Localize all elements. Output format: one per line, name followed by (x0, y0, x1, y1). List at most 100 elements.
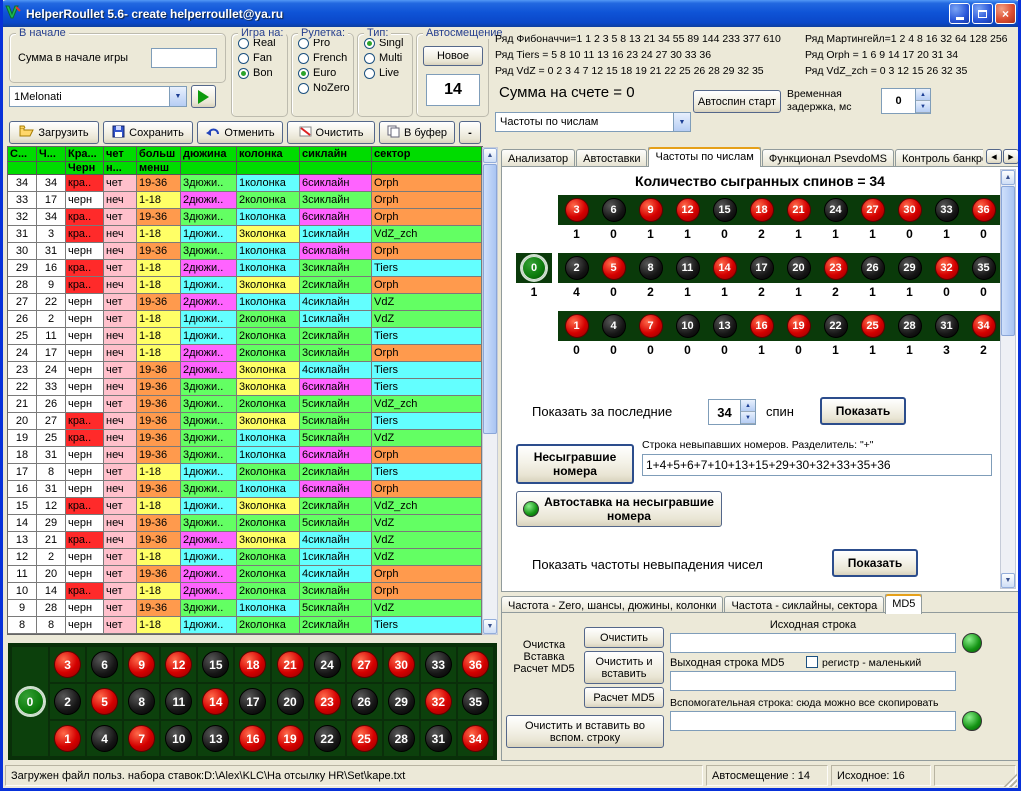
board-cell[interactable]: 17 (234, 683, 271, 720)
board-cell[interactable]: 20 (271, 683, 308, 720)
tab-scroll-left-icon[interactable]: ◀ (986, 149, 1002, 164)
tab-scroll-right-icon[interactable]: ▶ (1003, 149, 1019, 164)
number-chip[interactable]: 5 (91, 688, 118, 715)
tab-Анализатор[interactable]: Анализатор (501, 149, 575, 167)
spin-down-icon[interactable]: ▼ (916, 101, 930, 113)
zero-chip[interactable]: 0 (17, 688, 44, 715)
frequencies-scrollbar[interactable]: ▲ ▼ (1000, 169, 1016, 589)
show-frequency-button[interactable]: Показать (832, 549, 918, 577)
play-button[interactable] (191, 85, 216, 108)
table-row[interactable]: 3317черннеч1-182дюжи..2колонка3сиклайнOr… (8, 192, 482, 209)
table-row[interactable]: 928чернчет19-363дюжи..1колонка5сиклайнVd… (8, 600, 482, 617)
table-row[interactable]: 1014кра..чет1-182дюжи..2колонка3сиклайнO… (8, 583, 482, 600)
start-sum-input[interactable] (151, 48, 217, 68)
number-chip[interactable]: 21 (277, 651, 304, 678)
number-chip[interactable]: 15 (202, 651, 229, 678)
board-cell[interactable]: 8 (123, 683, 160, 720)
number-chip[interactable]: 32 (425, 688, 452, 715)
restore-button[interactable] (972, 3, 993, 24)
table-row[interactable]: 289кра..неч1-181дюжи..3колонка2сиклайнOr… (8, 277, 482, 294)
output-string-field[interactable] (670, 671, 956, 691)
green-led-button[interactable] (962, 711, 982, 731)
number-chip[interactable]: 29 (388, 688, 415, 715)
undo-button[interactable]: Отменить (197, 121, 283, 144)
radio-euro[interactable]: Euro (298, 67, 353, 79)
number-chip[interactable]: 17 (239, 688, 266, 715)
table-row[interactable]: 3234кра..чет19-363дюжи..1колонка6сиклайн… (8, 209, 482, 226)
table-row[interactable]: 2511черннеч1-181дюжи..2колонка2сиклайнTi… (8, 328, 482, 345)
table-row[interactable]: 122чернчет1-181дюжи..2колонка1сиклайнVdZ (8, 549, 482, 566)
board-cell[interactable]: 29 (383, 683, 420, 720)
autospin-button[interactable]: Автоспин старт (693, 90, 781, 113)
table-row[interactable]: 313кра..неч1-181дюжи..3колонка1сиклайнVd… (8, 226, 482, 243)
mode-combo[interactable]: Частоты по числам ▼ (495, 112, 691, 132)
chevron-down-icon[interactable]: ▼ (169, 87, 186, 106)
board-cell[interactable]: 18 (234, 646, 271, 683)
table-row[interactable]: 1321кра..неч19-362дюжи..3колонка4сиклайн… (8, 532, 482, 549)
number-chip[interactable]: 26 (351, 688, 378, 715)
board-cell[interactable]: 14 (197, 683, 234, 720)
number-chip[interactable]: 19 (277, 725, 304, 752)
number-chip[interactable]: 14 (202, 688, 229, 715)
scroll-down-icon[interactable]: ▼ (483, 619, 497, 634)
md5-clear-paste-button[interactable]: Очистить и вставить (584, 651, 664, 684)
spin-up-icon[interactable]: ▲ (741, 400, 755, 412)
number-chip[interactable]: 36 (462, 651, 489, 678)
board-cell[interactable]: 32 (420, 683, 457, 720)
table-row[interactable]: 2722чернчет19-362дюжи..1колонка4сиклайнV… (8, 294, 482, 311)
table-row[interactable]: 1631черннеч19-363дюжи..1колонка6сиклайнO… (8, 481, 482, 498)
radio-live[interactable]: Live (364, 67, 412, 79)
tab-Автоставки[interactable]: Автоставки (576, 149, 647, 167)
show-last-button[interactable]: Показать (820, 397, 906, 425)
board-cell[interactable]: 3 (49, 646, 86, 683)
board-cell[interactable]: 16 (234, 720, 271, 757)
board-cell[interactable]: 11 (160, 683, 197, 720)
board-cell[interactable]: 15 (197, 646, 234, 683)
number-chip[interactable]: 10 (165, 725, 192, 752)
table-row[interactable]: 262чернчет1-181дюжи..2колонка1сиклайнVdZ (8, 311, 482, 328)
number-chip[interactable]: 6 (91, 651, 118, 678)
number-chip[interactable]: 25 (351, 725, 378, 752)
number-chip[interactable]: 24 (314, 651, 341, 678)
number-chip[interactable]: 13 (202, 725, 229, 752)
spin-up-icon[interactable]: ▲ (916, 89, 930, 101)
number-chip[interactable]: 1 (54, 725, 81, 752)
autobet-nonplayed-button[interactable]: Автоставка на несыгравшие номера (516, 491, 722, 527)
radio-fan[interactable]: Fan (238, 52, 287, 64)
delay-spinner[interactable]: 0 ▲ ▼ (881, 88, 931, 114)
board-cell[interactable]: 13 (197, 720, 234, 757)
scroll-up-icon[interactable]: ▲ (483, 148, 497, 163)
board-cell[interactable]: 10 (160, 720, 197, 757)
green-led-button[interactable] (962, 633, 982, 653)
table-row[interactable]: 88чернчет1-181дюжи..2колонка2сиклайнTier… (8, 617, 482, 634)
md5-calc-button[interactable]: Расчет MD5 (584, 687, 664, 708)
table-row[interactable]: 1831черннеч19-363дюжи..1колонка6сиклайнO… (8, 447, 482, 464)
save-button[interactable]: Сохранить (103, 121, 193, 144)
number-chip[interactable]: 28 (388, 725, 415, 752)
board-cell[interactable]: 24 (309, 646, 346, 683)
table-row[interactable]: 178чернчет1-181дюжи..2колонка2сиклайнTie… (8, 464, 482, 481)
board-cell[interactable]: 35 (457, 683, 494, 720)
radio-nozero[interactable]: NoZero (298, 82, 353, 94)
number-chip[interactable]: 2 (54, 688, 81, 715)
nonplayed-field[interactable] (642, 454, 992, 476)
board-cell[interactable]: 27 (346, 646, 383, 683)
board-cell[interactable]: 22 (309, 720, 346, 757)
tab-MD5[interactable]: MD5 (885, 594, 922, 614)
board-cell[interactable]: 2 (49, 683, 86, 720)
table-row[interactable]: 2324чернчет19-362дюжи..3колонка4сиклайнT… (8, 362, 482, 379)
copy-buffer-button[interactable]: В буфер (379, 121, 455, 144)
minus-button[interactable]: - (459, 121, 481, 144)
number-chip[interactable]: 3 (54, 651, 81, 678)
table-row[interactable]: 1512кра..чет1-181дюжи..3колонка2сиклайнV… (8, 498, 482, 515)
table-row[interactable]: 2233черннеч19-363дюжи..3колонка6сиклайнT… (8, 379, 482, 396)
board-cell[interactable]: 9 (123, 646, 160, 683)
board-cell[interactable]: 6 (86, 646, 123, 683)
table-row[interactable]: 3031черннеч19-363дюжи..1колонка6сиклайнO… (8, 243, 482, 260)
number-chip[interactable]: 9 (128, 651, 155, 678)
board-cell[interactable]: 34 (457, 720, 494, 757)
board-cell[interactable]: 26 (346, 683, 383, 720)
tab-Контроль банкро[interactable]: Контроль банкро (895, 149, 983, 167)
table-row[interactable]: 2027кра..неч19-363дюжи..3колонка5сиклайн… (8, 413, 482, 430)
table-row[interactable]: 2916кра..чет1-182дюжи..1колонка3сиклайнT… (8, 260, 482, 277)
